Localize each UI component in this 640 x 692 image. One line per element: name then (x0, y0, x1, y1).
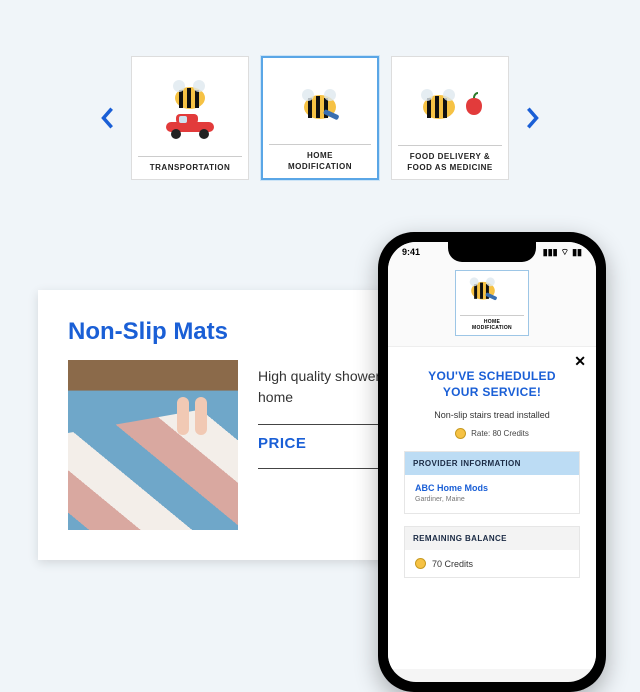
provider-section: PROVIDER INFORMATION ABC Home Mods Gardi… (404, 451, 580, 514)
phone-body: ✕ YOU'VE SCHEDULED YOUR SERVICE! Non-sli… (388, 347, 596, 669)
phone-screen: 9:41 ▮▮▮ ⌔ ▮▮ (388, 242, 596, 682)
provider-section-title: PROVIDER INFORMATION (405, 452, 579, 475)
close-icon[interactable]: ✕ (574, 353, 586, 370)
scheduled-subtitle: Non-slip stairs tread installed (404, 410, 580, 420)
signal-icon: ▮▮▮ (543, 247, 558, 258)
bee-hammer-icon (269, 68, 371, 144)
balance-text: 70 Credits (432, 559, 473, 569)
mini-category-card[interactable]: HOME MODIFICATION (455, 270, 529, 336)
carousel-prev[interactable] (95, 106, 119, 130)
mini-card-label: HOME MODIFICATION (460, 315, 524, 331)
category-card-home-modification[interactable]: HOME MODIFICATION (261, 56, 379, 180)
phone-notch (448, 242, 536, 262)
bee-apple-icon (398, 67, 502, 145)
balance-section-title: REMAINING BALANCE (405, 527, 579, 550)
coin-icon (455, 428, 466, 439)
provider-name[interactable]: ABC Home Mods (415, 483, 569, 493)
phone-frame: 9:41 ▮▮▮ ⌔ ▮▮ (378, 232, 606, 692)
rate-row: Rate: 80 Credits (404, 428, 580, 439)
category-label: FOOD DELIVERY & FOOD AS MEDICINE (398, 145, 502, 173)
battery-icon: ▮▮ (572, 247, 582, 258)
category-card-transportation[interactable]: TRANSPORTATION (131, 56, 249, 180)
category-label: TRANSPORTATION (138, 156, 242, 173)
coin-icon (415, 558, 426, 569)
carousel-next[interactable] (521, 106, 545, 130)
rate-text: Rate: 80 Credits (471, 429, 529, 438)
bee-hammer-icon (460, 277, 506, 311)
category-card-food[interactable]: FOOD DELIVERY & FOOD AS MEDICINE (391, 56, 509, 180)
wifi-icon: ⌔ (561, 247, 569, 258)
product-image (68, 360, 238, 530)
status-icons: ▮▮▮ ⌔ ▮▮ (543, 247, 582, 258)
bee-car-icon (138, 67, 242, 156)
provider-location: Gardiner, Maine (415, 496, 569, 503)
category-carousel: TRANSPORTATION HOME MODIFICATION (95, 56, 545, 180)
scheduled-title: YOU'VE SCHEDULED YOUR SERVICE! (404, 369, 580, 400)
balance-section: REMAINING BALANCE 70 Credits (404, 526, 580, 578)
category-label: HOME MODIFICATION (269, 144, 371, 172)
status-time: 9:41 (402, 247, 420, 258)
